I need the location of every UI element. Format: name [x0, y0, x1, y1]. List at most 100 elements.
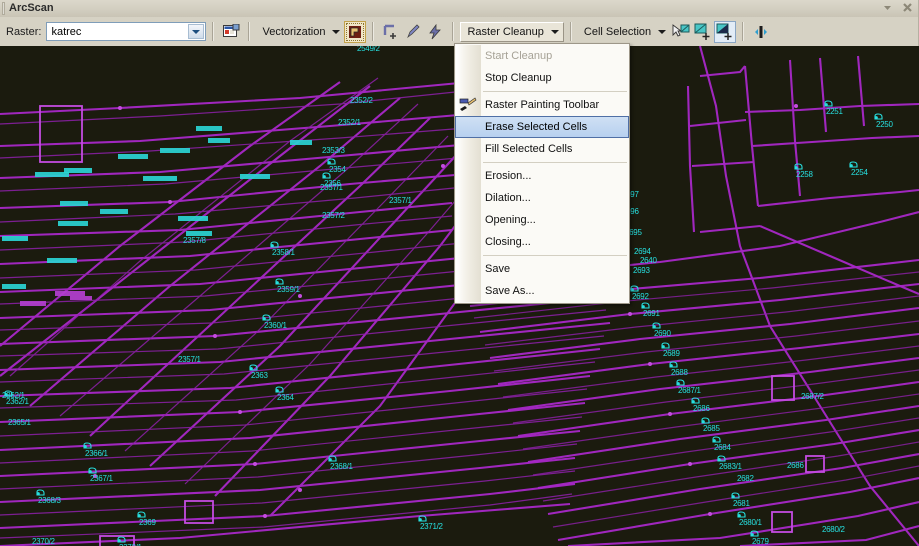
- menu-item-save-as[interactable]: Save As...: [455, 280, 629, 302]
- parcel-label: 2687/1: [676, 379, 701, 395]
- parcel-label-text: 2687/2: [801, 392, 824, 401]
- parcel-label-text: 2369: [139, 518, 156, 527]
- menu-item-label: Opening...: [485, 214, 536, 226]
- parcel-label: 2691: [641, 302, 660, 318]
- parcel-marker-icon: [669, 361, 688, 368]
- parcel-label-text: 2686: [787, 461, 804, 470]
- parcel-label: 2549/2: [357, 46, 380, 53]
- cell-selection-menu-label: Cell Selection: [583, 25, 652, 38]
- select-cells-by-area-icon[interactable]: [714, 20, 737, 43]
- menu-item-fill-selected-cells[interactable]: Fill Selected Cells: [455, 138, 629, 160]
- parcel-label: 2366/1: [83, 442, 108, 458]
- parcel-label-text: 2691: [643, 309, 660, 318]
- parcel-marker-icon: [83, 442, 108, 449]
- chevron-down-icon[interactable]: [658, 29, 667, 34]
- menu-item-label: Raster Painting Toolbar: [485, 99, 600, 111]
- chevron-down-icon[interactable]: [332, 29, 341, 34]
- toolbar-separator: [372, 22, 375, 41]
- raster-text-artifact: [2, 284, 26, 289]
- vectorization-pencil-icon[interactable]: [402, 21, 424, 43]
- parcel-marker-icon: [794, 163, 813, 170]
- raster-text-artifact: [118, 154, 148, 159]
- raster-label: Raster:: [6, 25, 42, 38]
- titlebar[interactable]: ArcScan: [0, 0, 918, 17]
- vectorization-settings-icon[interactable]: [344, 20, 367, 43]
- menu-item-dilation[interactable]: Dilation...: [455, 187, 629, 209]
- parcel-label-text: 2679: [752, 537, 769, 546]
- parcel-label-text: 2364: [277, 393, 294, 402]
- parcel-marker-icon: [270, 241, 295, 248]
- parcel-label: 2359/1: [275, 278, 300, 294]
- parcel-marker-icon: [117, 536, 142, 543]
- parcel-marker-icon: [717, 455, 742, 462]
- parcel-label-text: 2680/1: [739, 518, 762, 527]
- menu-item-erosion[interactable]: Erosion...: [455, 165, 629, 187]
- raster-cleanup-menu[interactable]: Start Cleanup Stop Cleanup Raster Painting…: [454, 43, 630, 304]
- menu-separator: [483, 91, 627, 92]
- parcel-label: 2371/2: [418, 515, 443, 531]
- window-title: ArcScan: [9, 2, 54, 14]
- parcel-label: 2357/8: [183, 236, 206, 245]
- select-connected-cells-icon[interactable]: [670, 21, 692, 43]
- parcel-label-text: 2692: [632, 292, 649, 301]
- parcel-label-text: 2682: [737, 474, 754, 483]
- parcel-label-text: 2352/2: [350, 96, 373, 105]
- parcel-label: 2686: [787, 461, 804, 470]
- menu-item-raster-painting-toolbar[interactable]: Raster Painting Toolbar: [455, 94, 629, 116]
- menu-item-opening[interactable]: Opening...: [455, 209, 629, 231]
- menu-item-save[interactable]: Save: [455, 258, 629, 280]
- parcel-label: 2692: [630, 285, 649, 301]
- parcel-label-text: 2688: [671, 368, 688, 377]
- raster-cleanup-menu-button[interactable]: Raster Cleanup: [460, 21, 564, 42]
- parcel-label: 2680/2: [822, 525, 845, 534]
- toolbar: Raster: katrec Vectorization Raster Clea…: [0, 17, 918, 46]
- parcel-label-text: 2352/1: [338, 118, 361, 127]
- menu-item-label: Save: [485, 263, 511, 275]
- parcel-label: 2368/1: [328, 455, 353, 471]
- parcel-label: 2352/1: [338, 118, 361, 127]
- raster-text-artifact: [58, 221, 88, 226]
- menu-item-erase-selected-cells[interactable]: Erase Selected Cells: [455, 116, 629, 138]
- cell-selection-menu[interactable]: Cell Selection: [578, 22, 670, 42]
- parcel-label-text: 2359/1: [277, 285, 300, 294]
- parcel-label: 2250: [874, 113, 893, 129]
- parcel-label-text: 2357/1: [320, 183, 343, 192]
- menu-separator: [483, 255, 627, 256]
- raster-text-artifact: [100, 209, 128, 214]
- parcel-label: 2358/1: [270, 241, 295, 257]
- menu-item-label: Start Cleanup: [485, 50, 553, 62]
- snap-anchor-icon[interactable]: [750, 21, 772, 43]
- menu-item-closing[interactable]: Closing...: [455, 231, 629, 253]
- vectorization-menu[interactable]: Vectorization: [256, 22, 344, 42]
- parcel-label: 2352/2: [350, 96, 373, 105]
- parcel-label-text: 2367/1: [90, 474, 113, 483]
- parcel-marker-icon: [327, 158, 346, 165]
- parcel-marker-icon: [737, 511, 762, 518]
- toolbar-options-button[interactable]: [881, 1, 894, 14]
- raster-text-artifact: [60, 201, 88, 206]
- parcel-label: 2357/1: [320, 183, 343, 192]
- parcel-marker-icon: [691, 397, 710, 404]
- add-connected-cells-icon[interactable]: [692, 21, 714, 43]
- titlebar-grip[interactable]: [2, 2, 5, 15]
- raster-combobox[interactable]: katrec: [46, 22, 207, 41]
- raster-text-artifact: [290, 140, 312, 145]
- parcel-label: 2690: [652, 322, 671, 338]
- auto-vectorize-icon[interactable]: [424, 21, 446, 43]
- vectorization-trace-icon[interactable]: [380, 21, 402, 43]
- chevron-down-icon[interactable]: [550, 29, 559, 34]
- toolbar-separator: [569, 22, 572, 41]
- parcel-marker-icon: [824, 100, 843, 107]
- close-button[interactable]: [901, 1, 914, 14]
- chevron-down-icon[interactable]: [188, 24, 205, 39]
- menu-item-label: Save As...: [485, 285, 535, 297]
- raster-properties-icon[interactable]: [220, 21, 242, 43]
- menu-item-label: Erase Selected Cells: [485, 121, 588, 133]
- raster-input[interactable]: katrec: [47, 26, 81, 38]
- parcel-label-text: 2685: [703, 424, 720, 433]
- menu-item-label: Stop Cleanup: [485, 72, 552, 84]
- parcel-label: 2680/1: [737, 511, 762, 527]
- menu-item-stop-cleanup[interactable]: Stop Cleanup: [455, 67, 629, 89]
- toolbar-separator: [742, 22, 745, 41]
- arcscan-toolbar-window: ArcScan Raster: katrec Vectorization Ras…: [0, 0, 919, 46]
